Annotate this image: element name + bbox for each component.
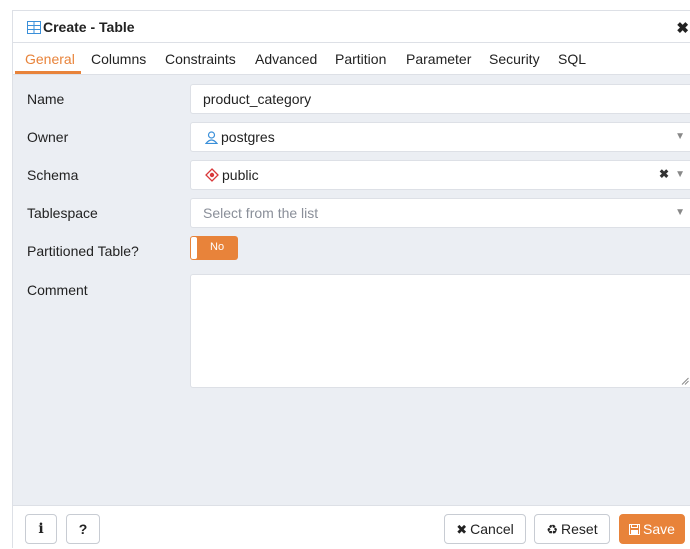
toggle-knob: [191, 237, 197, 259]
cancel-button[interactable]: ✖ Cancel: [444, 514, 526, 544]
comment-label: Comment: [27, 282, 88, 298]
save-label: Save: [643, 521, 675, 537]
dialog-titlebar[interactable]: Create - Table ✖: [13, 11, 690, 43]
schema-value: public: [222, 167, 259, 183]
user-icon: [205, 131, 218, 144]
comment-textarea[interactable]: [190, 274, 690, 388]
dialog-footer: i ? ✖ Cancel ♻ Reset Save: [13, 505, 690, 549]
table-icon: [27, 21, 41, 34]
reset-label: Reset: [561, 521, 598, 537]
recycle-icon: ♻: [546, 522, 559, 537]
active-tab-indicator: [15, 71, 81, 74]
tab-sql[interactable]: SQL: [558, 51, 586, 67]
name-value: product_category: [203, 91, 312, 107]
toggle-state: No: [210, 241, 225, 253]
chevron-down-icon[interactable]: ▼: [675, 131, 685, 142]
dialog-title: Create - Table: [43, 19, 135, 35]
clear-icon[interactable]: ✖: [659, 167, 669, 181]
name-field[interactable]: product_category: [190, 84, 690, 114]
tab-parameter[interactable]: Parameter: [406, 51, 471, 67]
tab-columns[interactable]: Columns: [91, 51, 146, 67]
chevron-down-icon[interactable]: ▼: [675, 207, 685, 218]
info-button[interactable]: i: [25, 514, 57, 544]
resize-handle-icon[interactable]: [681, 377, 689, 385]
close-icon[interactable]: ✖: [676, 19, 689, 37]
schema-icon: [205, 168, 219, 182]
tab-advanced[interactable]: Advanced: [255, 51, 317, 67]
info-icon: i: [38, 521, 44, 537]
save-button[interactable]: Save: [619, 514, 685, 544]
help-button[interactable]: ?: [66, 514, 100, 544]
tab-general[interactable]: General: [25, 51, 75, 67]
name-label: Name: [27, 91, 65, 107]
close-icon: ✖: [456, 522, 468, 537]
tab-partition[interactable]: Partition: [335, 51, 386, 67]
partitioned-label: Partitioned Table?: [27, 243, 139, 259]
reset-button[interactable]: ♻ Reset: [534, 514, 610, 544]
chevron-down-icon[interactable]: ▼: [675, 169, 685, 180]
schema-select[interactable]: public ✖ ▼: [190, 160, 690, 190]
owner-select[interactable]: postgres ▼: [190, 122, 690, 152]
schema-label: Schema: [27, 167, 79, 183]
tab-bar: General Columns Constraints Advanced Par…: [13, 43, 690, 75]
owner-label: Owner: [27, 129, 69, 145]
create-table-dialog: Create - Table ✖ General Columns Constra…: [12, 10, 690, 549]
owner-value: postgres: [221, 129, 275, 145]
help-icon: ?: [78, 521, 88, 537]
tablespace-placeholder: Select from the list: [203, 205, 319, 221]
tablespace-label: Tablespace: [27, 205, 98, 221]
cancel-label: Cancel: [470, 521, 514, 537]
partitioned-toggle[interactable]: No: [190, 236, 238, 260]
tab-constraints[interactable]: Constraints: [165, 51, 236, 67]
floppy-icon: [629, 524, 641, 535]
tablespace-select[interactable]: Select from the list ▼: [190, 198, 690, 228]
tab-security[interactable]: Security: [489, 51, 540, 67]
